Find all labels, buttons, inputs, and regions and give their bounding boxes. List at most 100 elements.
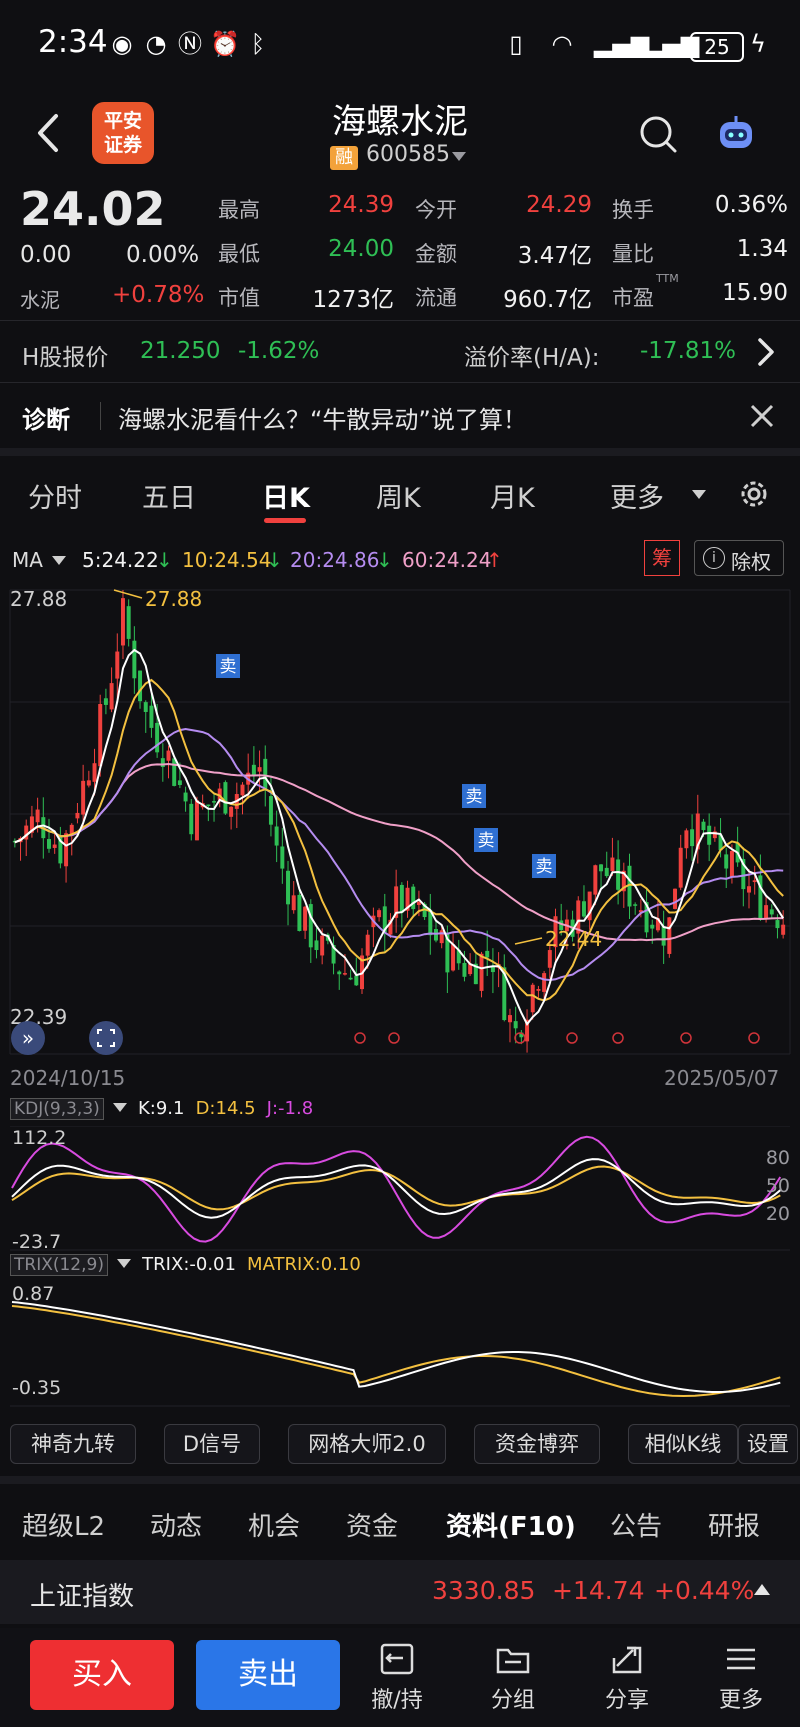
diagnose-text[interactable]: 海螺水泥看什么？“牛散异动”说了算！ <box>118 400 527 435</box>
candle-body <box>115 651 120 679</box>
tool-fund-game[interactable]: 资金博弈 <box>474 1424 600 1464</box>
field-label: 金额 <box>415 242 457 266</box>
chip-distribution-button[interactable]: 筹 <box>644 540 680 576</box>
tab-news[interactable]: 动态 <box>150 1506 202 1543</box>
price-change-pct: 0.00% <box>126 242 200 268</box>
share-label: 分享 <box>604 1688 649 1713</box>
high-annotation-line <box>113 589 143 599</box>
candle-body <box>593 865 598 895</box>
tool-nine-turn[interactable]: 神奇九转 <box>10 1424 136 1464</box>
tab-five-day[interactable]: 五日 <box>142 476 196 515</box>
tool-similar-k[interactable]: 相似K线 <box>628 1424 738 1464</box>
field-value: 24.29 <box>526 192 592 218</box>
share-button[interactable]: 分享 <box>592 1642 662 1714</box>
arrow-down-icon: ↓ <box>156 548 173 572</box>
candle-body <box>451 944 456 971</box>
tab-f10[interactable]: 资料(F10) <box>446 1506 576 1543</box>
cancel-hold-button[interactable]: 撤/持 <box>362 1642 432 1714</box>
current-price: 24.02 <box>20 182 166 236</box>
arrow-down-icon: ↓ <box>376 548 393 572</box>
caret-down-icon[interactable] <box>117 1259 132 1268</box>
trix-chart[interactable]: 0.87 -0.35 <box>0 1282 800 1408</box>
tab-intraday[interactable]: 分时 <box>28 476 82 515</box>
tab-daily-k[interactable]: 日K <box>262 476 310 515</box>
tab-more[interactable]: 更多 <box>610 476 664 515</box>
more-button[interactable]: 更多 <box>706 1642 776 1714</box>
sector-label[interactable]: 水泥 <box>20 284 60 313</box>
candle-body <box>707 825 712 845</box>
ma5-value: 5:24.22 <box>82 548 159 572</box>
candle-body <box>223 782 228 814</box>
candle-body <box>229 806 234 817</box>
field-label: 今开 <box>415 198 457 222</box>
tool-d-signal[interactable]: D信号 <box>164 1424 260 1464</box>
h-share-row[interactable]: H股报价 21.250 -1.62% 溢价率(H/A): -17.81% <box>0 320 800 382</box>
fullscreen-button[interactable] <box>89 1021 123 1055</box>
kdj-j-line <box>11 1135 782 1243</box>
gear-icon[interactable] <box>736 476 772 512</box>
search-button[interactable] <box>636 112 680 156</box>
close-icon[interactable] <box>748 402 776 430</box>
kdj-j: J:-1.8 <box>266 1098 314 1119</box>
candle-body <box>729 851 734 877</box>
buy-button[interactable]: 买入 <box>30 1640 174 1710</box>
tab-research[interactable]: 研报 <box>708 1506 760 1543</box>
kdj-header: KDJ(9,3,3) K:9.1 D:14.5 J:-1.8 <box>10 1098 790 1126</box>
adjust-button[interactable]: i 除权 <box>694 540 784 576</box>
chevron-down-icon[interactable] <box>692 490 706 499</box>
tab-announcement[interactable]: 公告 <box>610 1506 662 1543</box>
tab-capital[interactable]: 资金 <box>346 1506 398 1543</box>
tab-super-l2[interactable]: 超级L2 <box>22 1506 105 1543</box>
kdj-k: K:9.1 <box>137 1098 185 1119</box>
kdj-chart[interactable]: 112.2 -23.7 80 50 20 <box>0 1126 800 1252</box>
back-button[interactable] <box>28 108 68 158</box>
kdj-title[interactable]: KDJ(9,3,3) <box>10 1098 104 1120</box>
candle-body <box>143 702 148 712</box>
candle-body <box>268 796 273 825</box>
tab-monthly-k[interactable]: 月K <box>490 476 535 515</box>
candle-body <box>132 640 137 679</box>
field-value: 24.00 <box>328 236 394 262</box>
candle-body <box>291 895 296 911</box>
margin-badge: 融 <box>330 146 358 170</box>
kdj-level-80: 80 <box>766 1147 790 1169</box>
ma-selector[interactable]: MA <box>12 548 43 572</box>
section-gap <box>0 448 800 456</box>
kline-chart[interactable]: 27.88 22.39 27.88 22.44 卖 卖 卖 卖 » <box>0 582 800 1062</box>
diagnose-label: 诊断 <box>22 406 70 434</box>
field-value: 960.7亿 <box>503 287 592 313</box>
kdj-level-20: 20 <box>766 1203 790 1225</box>
chevron-down-icon[interactable] <box>452 152 466 161</box>
candle-body <box>92 763 97 782</box>
sell-signal-label: 卖 <box>466 787 483 807</box>
candle-body <box>126 606 131 639</box>
wifi-icon: ◠ <box>551 30 573 58</box>
tool-settings[interactable]: 设置 <box>738 1424 798 1464</box>
tab-opportunity[interactable]: 机会 <box>248 1506 300 1543</box>
field-label: 市盈 <box>612 286 654 310</box>
stock-code[interactable]: 600585 <box>366 142 450 167</box>
field-value: 0.36% <box>714 192 788 218</box>
tool-grid-master[interactable]: 网格大师2.0 <box>288 1424 446 1464</box>
info-icon: i <box>703 547 725 569</box>
broker-logo[interactable]: 平安 证券 <box>92 102 154 164</box>
group-button[interactable]: 分组 <box>478 1642 548 1714</box>
trix-line <box>11 1301 781 1393</box>
diagnose-banner[interactable]: 诊断 海螺水泥看什么？“牛散异动”说了算！ <box>0 384 800 448</box>
x-start-date: 2024/10/15 <box>10 1066 126 1090</box>
caret-down-icon[interactable] <box>112 1103 127 1112</box>
caret-down-icon[interactable] <box>52 556 66 565</box>
candle-body <box>337 971 342 975</box>
info-tabs: 超级L2 动态 机会 资金 资料(F10) 公告 研报 <box>0 1486 800 1556</box>
index-ticker[interactable]: 上证指数 3330.85 +14.74 +0.44% <box>0 1560 800 1624</box>
caret-up-icon[interactable] <box>754 1584 770 1595</box>
double-chevron-right-icon: » <box>22 1026 34 1050</box>
candle-body <box>263 758 268 789</box>
candle-body <box>138 670 143 702</box>
sell-button[interactable]: 卖出 <box>196 1640 340 1710</box>
tab-weekly-k[interactable]: 周K <box>376 476 421 515</box>
trix-title[interactable]: TRIX(12,9) <box>10 1254 108 1276</box>
assistant-robot-button[interactable] <box>714 112 758 156</box>
candle-body <box>274 826 279 846</box>
expand-left-button[interactable]: » <box>11 1021 45 1055</box>
